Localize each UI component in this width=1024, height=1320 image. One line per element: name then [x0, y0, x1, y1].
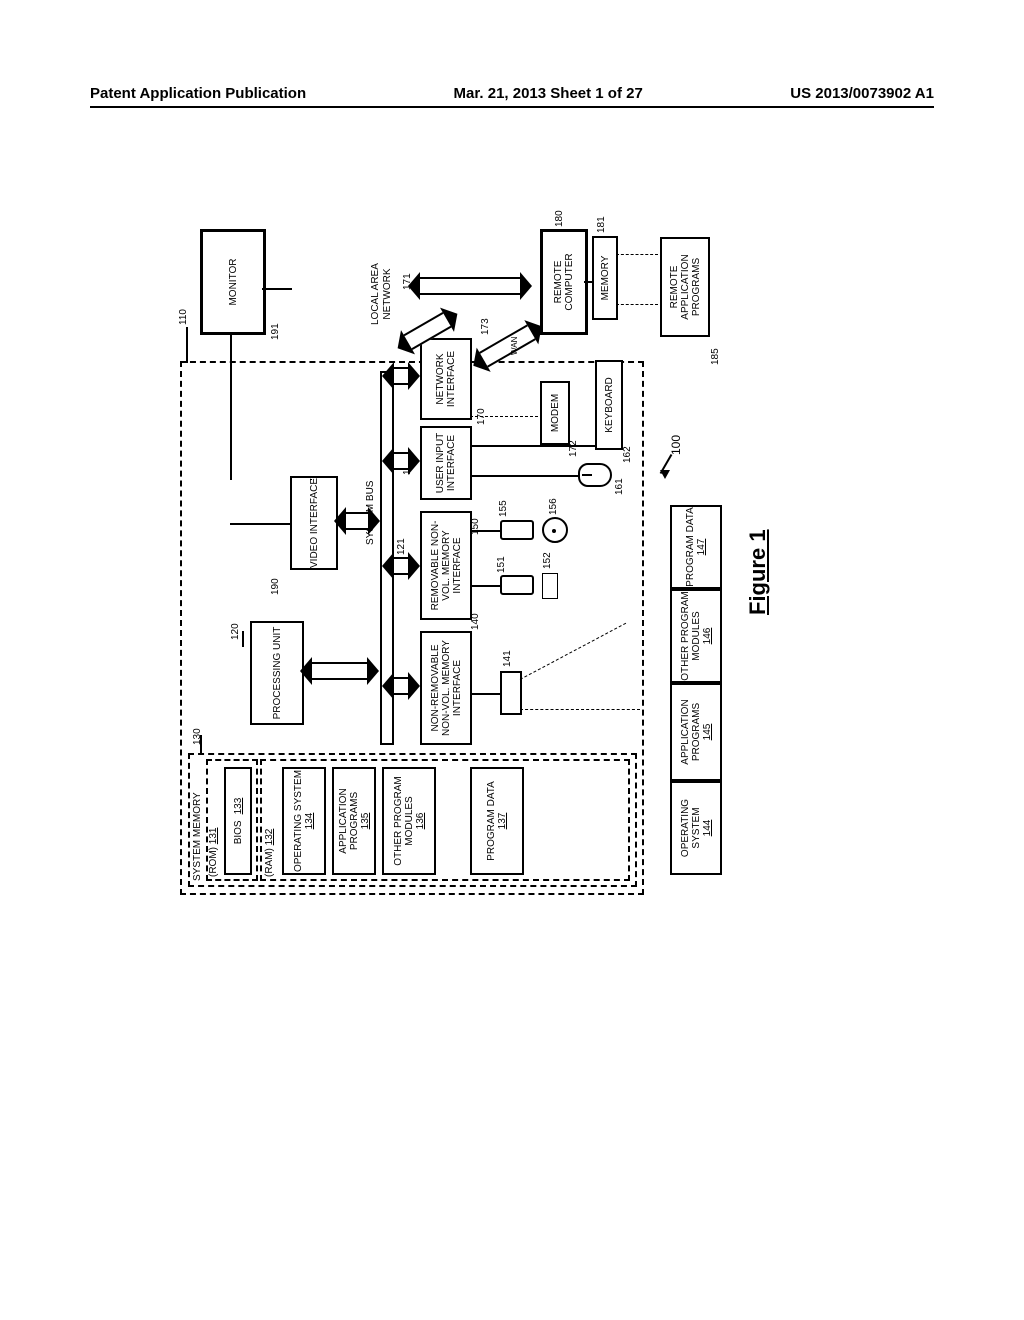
network-iface-box: NETWORK INTERFACE: [420, 338, 472, 420]
lan-label: LOCAL AREA NETWORK: [370, 263, 393, 325]
floppy-media-icon: [542, 573, 558, 599]
ref-181: 181: [596, 216, 608, 233]
ref-190: 190: [270, 578, 282, 595]
header-right: US 2013/0073902 A1: [790, 85, 934, 102]
ref-100: 100: [670, 435, 684, 455]
remote-memory-box: MEMORY: [592, 236, 618, 320]
arrow-bus-user: [394, 452, 408, 470]
ram-label: (RAM) 132: [264, 829, 276, 877]
mouse-icon: [578, 463, 612, 487]
os2-box: OPERATING SYSTEM144: [670, 781, 722, 875]
page-header: Patent Application Publication Mar. 21, …: [90, 85, 934, 108]
rom-label: (ROM) 131: [208, 828, 220, 877]
ref-173: 173: [480, 318, 492, 335]
arrow-bus-nonrem: [394, 677, 408, 695]
remote-computer-box: REMOTE COMPUTER: [540, 229, 588, 335]
program-data-box: PROGRAM DATA137: [470, 767, 524, 875]
ref-120: 120: [230, 623, 242, 640]
ref-172: 172: [568, 440, 580, 457]
wan-label: WAN: [510, 337, 519, 355]
app-programs-box: APPLICATION PROGRAMS135: [332, 767, 376, 875]
ref-161: 161: [614, 478, 626, 495]
ref-191: 191: [270, 323, 282, 340]
removable-iface-box: REMOVABLE NON-VOL. MEMORY INTERFACE: [420, 511, 472, 620]
ref-156: 156: [548, 498, 560, 515]
ref-152: 152: [542, 552, 554, 569]
progdata2-box: PROGRAM DATA147: [670, 505, 722, 589]
bios-box: BIOS 133: [224, 767, 252, 875]
floppy-drive-icon: [500, 575, 534, 595]
figure-1-diagram: SYSTEM MEMORY (ROM) 131 BIOS 133 (RAM) 1…: [170, 205, 870, 895]
other2-box: OTHER PROGRAM MODULES146: [670, 589, 722, 683]
monitor-box: MONITOR: [200, 229, 266, 335]
optical-drive-icon: [500, 520, 534, 540]
os-box: OPERATING SYSTEM134: [282, 767, 326, 875]
arrow-bus-rem: [394, 557, 408, 575]
user-input-iface-box: USER INPUT INTERFACE: [420, 426, 472, 500]
figure-caption: Figure 1: [745, 529, 771, 615]
ref-185: 185: [710, 348, 722, 365]
header-center: Mar. 21, 2013 Sheet 1 of 27: [454, 85, 643, 102]
app2-box: APPLICATION PROGRAMS145: [670, 683, 722, 781]
ref-155: 155: [498, 500, 510, 517]
ref-141: 141: [502, 650, 514, 667]
remote-apps-box: REMOTE APPLICATION PROGRAMS: [660, 237, 710, 337]
modem-box: MODEM: [540, 381, 570, 445]
hdd-icon: [500, 671, 522, 715]
arrow-cpu-bus: [312, 662, 367, 680]
arrow-video-bus: [346, 512, 368, 530]
video-interface-box: VIDEO INTERFACE: [290, 476, 338, 570]
ref-151: 151: [496, 556, 508, 573]
other-modules-box: OTHER PROGRAM MODULES136: [382, 767, 436, 875]
ref-110: 110: [178, 309, 190, 325]
system-memory-label: SYSTEM MEMORY: [192, 792, 204, 881]
ref-150: 150: [470, 518, 482, 535]
ref-180: 180: [554, 210, 566, 227]
keyboard-box: KEYBOARD: [595, 360, 623, 450]
ref-162: 162: [622, 446, 634, 463]
arrow-lan-remote: [420, 277, 520, 295]
header-left: Patent Application Publication: [90, 85, 306, 102]
nonremovable-iface-box: NON-REMOVABLE NON-VOL. MEMORY INTERFACE: [420, 631, 472, 745]
arrow-bus-net: [394, 367, 408, 385]
ref-121: 121: [396, 538, 408, 555]
processing-unit-box: PROCESSING UNIT: [250, 621, 304, 725]
